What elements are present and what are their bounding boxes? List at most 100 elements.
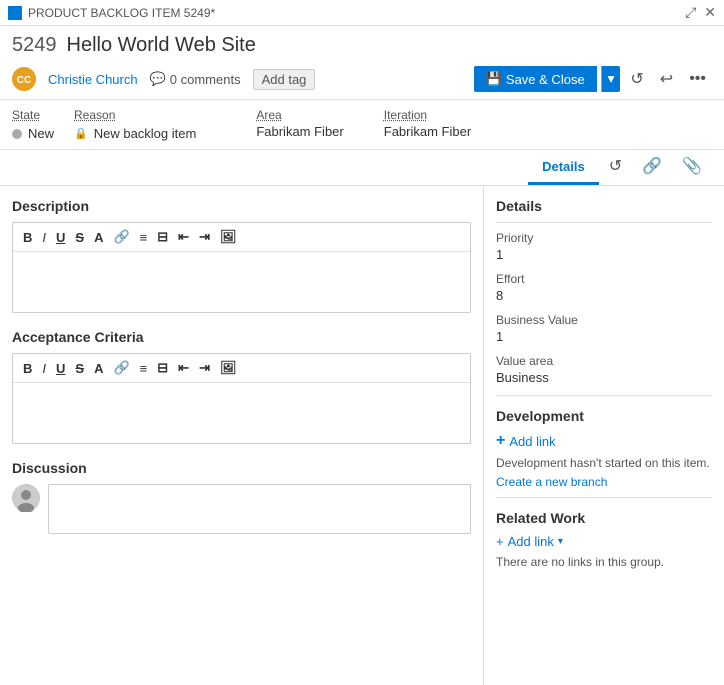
related-add-link-label: Add link	[508, 534, 554, 549]
development-text: Development hasn't started on this item.	[496, 456, 712, 470]
discussion-section-title: Discussion	[12, 460, 471, 476]
image-button[interactable]: 🖼	[216, 227, 241, 247]
effort-value[interactable]: 8	[496, 288, 712, 303]
tab-history[interactable]: ↺	[599, 150, 632, 185]
tab-attachments[interactable]: 📎	[672, 150, 712, 185]
ac-decrease-indent-button[interactable]: ⇤	[174, 358, 193, 378]
discussion-section: Discussion	[12, 460, 471, 534]
expand-icon[interactable]: ⤢	[685, 4, 696, 21]
description-editor-area[interactable]	[13, 252, 470, 312]
ac-link-button[interactable]: 🔗	[109, 358, 133, 378]
ac-bold-button[interactable]: B	[19, 358, 36, 378]
details-section-title: Details	[496, 198, 712, 214]
ac-italic-button[interactable]: I	[38, 358, 50, 378]
title-bar-text: PRODUCT BACKLOG ITEM 5249*	[28, 6, 215, 20]
comments-count: 0 comments	[170, 72, 241, 87]
underline-button[interactable]: U	[52, 227, 69, 247]
state-field: State New	[12, 108, 54, 141]
iteration-label: Iteration	[384, 108, 471, 122]
acceptance-criteria-section-title: Acceptance Criteria	[12, 329, 471, 345]
development-add-link-label: Add link	[509, 434, 555, 449]
area-iteration-group: Area Fabrikam Fiber Iteration Fabrikam F…	[256, 108, 471, 141]
ac-highlight-button[interactable]: A	[90, 358, 107, 378]
ac-numbered-list-button[interactable]: ⊟	[153, 358, 172, 378]
increase-indent-button[interactable]: ⇥	[195, 227, 214, 247]
business-value-label: Business Value	[496, 313, 712, 327]
italic-button[interactable]: I	[38, 227, 50, 247]
main-content: Description B I U S A 🔗 ≡ ⊟ ⇤ ⇥ 🖼 Accept…	[0, 186, 724, 685]
description-editor[interactable]: B I U S A 🔗 ≡ ⊟ ⇤ ⇥ 🖼	[12, 222, 471, 313]
ac-strikethrough-button[interactable]: S	[71, 358, 88, 378]
highlight-button[interactable]: A	[90, 227, 107, 247]
effort-label: Effort	[496, 272, 712, 286]
svg-text:CC: CC	[17, 75, 31, 86]
strikethrough-button[interactable]: S	[71, 227, 88, 247]
value-area-value[interactable]: Business	[496, 370, 712, 385]
priority-label: Priority	[496, 231, 712, 245]
iteration-field: Iteration Fabrikam Fiber	[384, 108, 471, 141]
add-tag-button[interactable]: Add tag	[253, 69, 316, 90]
lock-icon: 🔒	[74, 127, 88, 140]
save-icon: 💾	[486, 71, 502, 87]
username[interactable]: Christie Church	[48, 72, 138, 87]
related-dropdown-icon: ▾	[558, 536, 563, 547]
fields-row: State New Reason 🔒 New backlog item Area…	[0, 100, 724, 150]
business-value-value[interactable]: 1	[496, 329, 712, 344]
link-button[interactable]: 🔗	[109, 227, 133, 247]
ac-image-button[interactable]: 🖼	[216, 358, 241, 378]
refresh-button[interactable]: ↺	[624, 65, 649, 93]
priority-field: Priority 1	[496, 231, 712, 262]
save-close-button[interactable]: 💾 Save & Close	[474, 66, 597, 92]
left-panel: Description B I U S A 🔗 ≡ ⊟ ⇤ ⇥ 🖼 Accept…	[0, 186, 484, 685]
reason-value[interactable]: New backlog item	[94, 126, 197, 141]
undo-button[interactable]: ↩	[654, 65, 679, 93]
tabs-row: Details ↺ 🔗 📎	[0, 150, 724, 186]
acceptance-criteria-editor-area[interactable]	[13, 383, 470, 443]
tab-links[interactable]: 🔗	[632, 150, 672, 185]
decrease-indent-button[interactable]: ⇤	[174, 227, 193, 247]
acceptance-criteria-editor[interactable]: B I U S A 🔗 ≡ ⊟ ⇤ ⇥ 🖼	[12, 353, 471, 444]
bullet-list-button[interactable]: ≡	[136, 227, 152, 247]
create-branch-link[interactable]: Create a new branch	[496, 475, 607, 489]
right-panel: Details Priority 1 Effort 8 Business Val…	[484, 186, 724, 685]
item-title: Hello World Web Site	[67, 34, 256, 57]
title-bar: PRODUCT BACKLOG ITEM 5249* ⤢ ✕	[0, 0, 724, 26]
effort-field: Effort 8	[496, 272, 712, 303]
development-add-link-button[interactable]: + Add link	[496, 432, 712, 450]
tab-details[interactable]: Details	[528, 151, 599, 185]
related-work-add-link-button[interactable]: + Add link ▾	[496, 534, 712, 549]
value-area-field: Value area Business	[496, 354, 712, 385]
priority-value[interactable]: 1	[496, 247, 712, 262]
product-backlog-icon	[8, 6, 22, 20]
plus-icon: +	[496, 432, 505, 450]
area-value[interactable]: Fabrikam Fiber	[256, 124, 343, 139]
development-section: Development + Add link Development hasn'…	[496, 408, 712, 489]
more-options-button[interactable]: •••	[683, 66, 712, 92]
state-value[interactable]: New	[28, 126, 54, 141]
iteration-value[interactable]: Fabrikam Fiber	[384, 124, 471, 139]
area-field: Area Fabrikam Fiber	[256, 108, 343, 141]
save-close-label: Save & Close	[506, 72, 585, 87]
comment-icon: 💬	[150, 71, 166, 87]
related-work-section: Related Work + Add link ▾ There are no l…	[496, 510, 712, 569]
item-number: 5249	[12, 34, 57, 57]
action-buttons: 💾 Save & Close ▾ ↺ ↩ •••	[474, 65, 712, 93]
comments-button[interactable]: 💬 0 comments	[150, 71, 241, 87]
ac-underline-button[interactable]: U	[52, 358, 69, 378]
related-work-section-title: Related Work	[496, 510, 712, 526]
state-label: State	[12, 108, 54, 122]
close-icon[interactable]: ✕	[704, 4, 716, 21]
acceptance-criteria-toolbar: B I U S A 🔗 ≡ ⊟ ⇤ ⇥ 🖼	[13, 354, 470, 383]
discussion-input[interactable]	[48, 484, 471, 534]
ac-bullet-list-button[interactable]: ≡	[136, 358, 152, 378]
bold-button[interactable]: B	[19, 227, 36, 247]
ac-increase-indent-button[interactable]: ⇥	[195, 358, 214, 378]
development-section-title: Development	[496, 408, 712, 424]
save-close-dropdown-button[interactable]: ▾	[601, 66, 621, 92]
description-toolbar: B I U S A 🔗 ≡ ⊟ ⇤ ⇥ 🖼	[13, 223, 470, 252]
numbered-list-button[interactable]: ⊟	[153, 227, 172, 247]
reason-field: Reason 🔒 New backlog item	[74, 108, 196, 141]
value-area-label: Value area	[496, 354, 712, 368]
reason-label: Reason	[74, 108, 196, 122]
description-section-title: Description	[12, 198, 471, 214]
